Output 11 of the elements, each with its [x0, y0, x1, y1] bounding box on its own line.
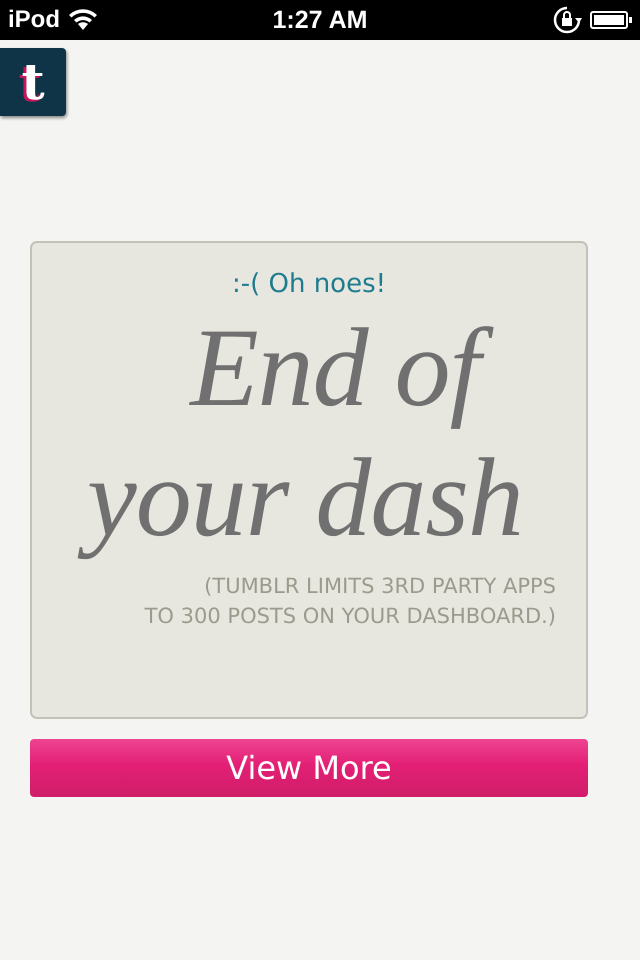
rotation-lock-icon — [552, 5, 582, 35]
subtitle: :-( Oh noes! — [232, 269, 386, 299]
note-text: TO 300 POSTS ON YOUR DASHBOARD.) — [144, 603, 556, 630]
app-logo[interactable]: t — [0, 48, 66, 116]
status-time: 1:27 AM — [272, 6, 368, 34]
view-more-button[interactable]: View More — [30, 739, 588, 797]
carrier-name: iPod — [8, 6, 60, 34]
headline-text: End of — [180, 303, 498, 433]
wifi-icon — [68, 9, 98, 31]
headline-text: your dash — [77, 433, 541, 563]
note-text: (TUMBLR LIMITS 3RD PARTY APPS — [204, 573, 556, 600]
